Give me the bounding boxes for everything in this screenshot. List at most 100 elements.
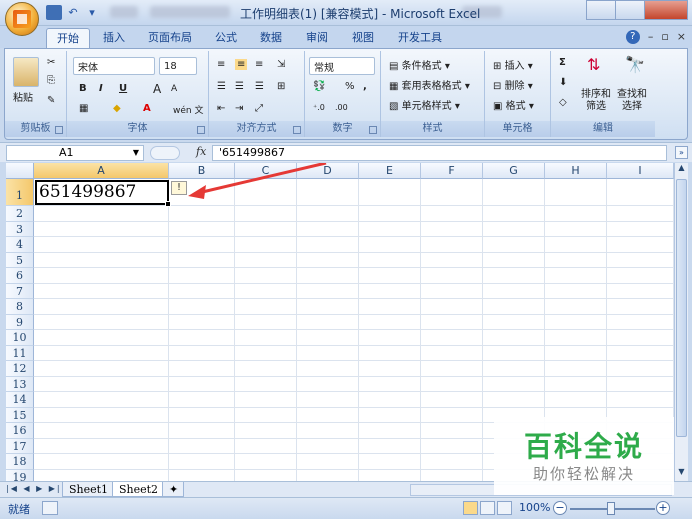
- percent-button[interactable]: %: [345, 81, 355, 92]
- minimize-ribbon-icon[interactable]: –: [648, 30, 654, 44]
- delete-cells-button[interactable]: ⊟ 删除 ▾: [493, 77, 533, 92]
- maximize-button[interactable]: [615, 0, 645, 20]
- scroll-up-icon[interactable]: ▲: [675, 163, 688, 177]
- page-break-view-icon[interactable]: [497, 501, 512, 515]
- zoom-in-icon[interactable]: +: [656, 501, 670, 515]
- macro-record-icon[interactable]: [42, 501, 58, 515]
- cut-icon[interactable]: ✂: [47, 57, 55, 68]
- row-header-7[interactable]: 7: [6, 283, 34, 299]
- sheet-nav-icons[interactable]: |◀ ◀ ▶ ▶|: [6, 484, 62, 493]
- decrease-decimal-icon[interactable]: .00: [335, 103, 348, 112]
- row-header-11[interactable]: 11: [6, 345, 34, 361]
- vertical-scrollbar[interactable]: ▲ ▼: [674, 163, 688, 481]
- phonetic-button[interactable]: wén 文: [173, 103, 203, 116]
- grow-font-button[interactable]: A: [153, 82, 161, 96]
- fill-color-icon[interactable]: ◆: [113, 103, 121, 114]
- number-format-select[interactable]: 常规: [309, 57, 375, 75]
- expand-formula-bar-icon[interactable]: »: [675, 146, 688, 159]
- font-color-icon[interactable]: A: [143, 103, 151, 114]
- autosum-button[interactable]: Σ: [559, 57, 566, 68]
- row-header-13[interactable]: 13: [6, 376, 34, 392]
- row-header-1[interactable]: 1: [6, 179, 34, 206]
- insert-sheet-icon[interactable]: ✦: [162, 482, 184, 497]
- tab-view[interactable]: 视图: [352, 28, 374, 48]
- comma-button[interactable]: ,: [363, 81, 367, 92]
- name-box[interactable]: A1 ▼: [6, 145, 144, 161]
- align-bottom-icon[interactable]: ≡: [255, 59, 263, 70]
- formula-bar-grip[interactable]: [150, 146, 180, 160]
- align-top-icon[interactable]: ≡: [217, 59, 225, 70]
- align-right-icon[interactable]: ☰: [255, 81, 264, 92]
- row-header-10[interactable]: 10: [6, 330, 34, 346]
- sheet-tab-sheet1[interactable]: Sheet1: [62, 482, 116, 497]
- wrap-text-icon[interactable]: ⇲: [277, 59, 285, 70]
- format-as-table-button[interactable]: ▦ 套用表格格式 ▾: [389, 77, 470, 92]
- align-center-icon[interactable]: ☰: [235, 81, 244, 92]
- copy-icon[interactable]: ⎘: [47, 75, 55, 86]
- row-header-17[interactable]: 17: [6, 438, 34, 454]
- fill-icon[interactable]: ⬇: [559, 77, 567, 88]
- tab-developer[interactable]: 开发工具: [398, 28, 442, 48]
- zoom-out-icon[interactable]: −: [553, 501, 567, 515]
- bold-button[interactable]: B: [79, 83, 87, 94]
- number-launcher-icon[interactable]: [369, 126, 377, 134]
- formula-input[interactable]: '651499867: [212, 145, 667, 161]
- paste-label[interactable]: 粘贴: [13, 89, 33, 104]
- row-header-9[interactable]: 9: [6, 314, 34, 330]
- find-select-icon[interactable]: 🔭: [625, 55, 645, 74]
- conditional-format-button[interactable]: ▤ 条件格式 ▾: [389, 57, 450, 72]
- format-painter-icon[interactable]: ✎: [47, 95, 55, 106]
- column-header-f[interactable]: F: [421, 163, 483, 179]
- insert-cells-button[interactable]: ⊞ 插入 ▾: [493, 57, 533, 72]
- office-button[interactable]: [5, 2, 39, 36]
- align-middle-icon[interactable]: ≡: [235, 59, 248, 70]
- row-header-14[interactable]: 14: [6, 392, 34, 408]
- restore-icon[interactable]: ▫: [661, 30, 668, 44]
- orientation-icon[interactable]: ⤢: [255, 103, 263, 114]
- column-header-e[interactable]: E: [359, 163, 421, 179]
- font-size-select[interactable]: 18: [159, 57, 197, 75]
- fill-handle[interactable]: [165, 201, 171, 207]
- font-launcher-icon[interactable]: [197, 126, 205, 134]
- find-select-label[interactable]: 查找和 选择: [617, 89, 647, 113]
- sort-filter-icon[interactable]: ⇅: [587, 55, 600, 74]
- row-header-16[interactable]: 16: [6, 423, 34, 439]
- row-header-6[interactable]: 6: [6, 268, 34, 284]
- tab-insert[interactable]: 插入: [103, 28, 125, 48]
- sort-filter-label[interactable]: 排序和 筛选: [581, 89, 611, 113]
- clipboard-launcher-icon[interactable]: [55, 126, 63, 134]
- column-header-a[interactable]: A: [34, 163, 169, 179]
- tab-review[interactable]: 审阅: [306, 28, 328, 48]
- format-cells-button[interactable]: ▣ 格式 ▾: [493, 97, 534, 112]
- cell-styles-button[interactable]: ▧ 单元格样式 ▾: [389, 97, 460, 112]
- zoom-level[interactable]: 100%: [519, 501, 550, 514]
- underline-button[interactable]: U: [119, 83, 127, 94]
- merge-center-icon[interactable]: ⊞: [277, 81, 285, 92]
- tab-page-layout[interactable]: 页面布局: [148, 28, 192, 48]
- row-header-12[interactable]: 12: [6, 361, 34, 377]
- select-all-corner[interactable]: [6, 163, 34, 179]
- currency-icon[interactable]: 💱: [313, 81, 325, 92]
- increase-decimal-icon[interactable]: ⁺.0: [313, 103, 325, 112]
- paste-icon[interactable]: [13, 57, 39, 87]
- column-header-i[interactable]: I: [607, 163, 674, 179]
- tab-formulas[interactable]: 公式: [215, 28, 237, 48]
- close-workbook-icon[interactable]: ×: [677, 30, 686, 44]
- row-header-4[interactable]: 4: [6, 237, 34, 253]
- clear-icon[interactable]: ◇: [559, 97, 567, 108]
- sheet-tab-sheet2[interactable]: Sheet2: [112, 482, 166, 497]
- tab-home[interactable]: 开始: [46, 28, 90, 48]
- normal-view-icon[interactable]: [463, 501, 478, 515]
- undo-icon[interactable]: ↶: [65, 5, 81, 20]
- minimize-button[interactable]: [586, 0, 616, 20]
- row-header-5[interactable]: 5: [6, 252, 34, 268]
- help-icon[interactable]: ?: [625, 30, 640, 44]
- zoom-slider-thumb[interactable]: [607, 502, 615, 515]
- row-header-19[interactable]: 19: [6, 469, 34, 481]
- increase-indent-icon[interactable]: ⇥: [235, 103, 243, 114]
- qat-dropdown-icon[interactable]: ▾: [84, 5, 100, 20]
- save-icon[interactable]: [46, 5, 62, 20]
- close-button[interactable]: [644, 0, 688, 20]
- border-icon[interactable]: ▦: [79, 103, 88, 114]
- alignment-launcher-icon[interactable]: [293, 126, 301, 134]
